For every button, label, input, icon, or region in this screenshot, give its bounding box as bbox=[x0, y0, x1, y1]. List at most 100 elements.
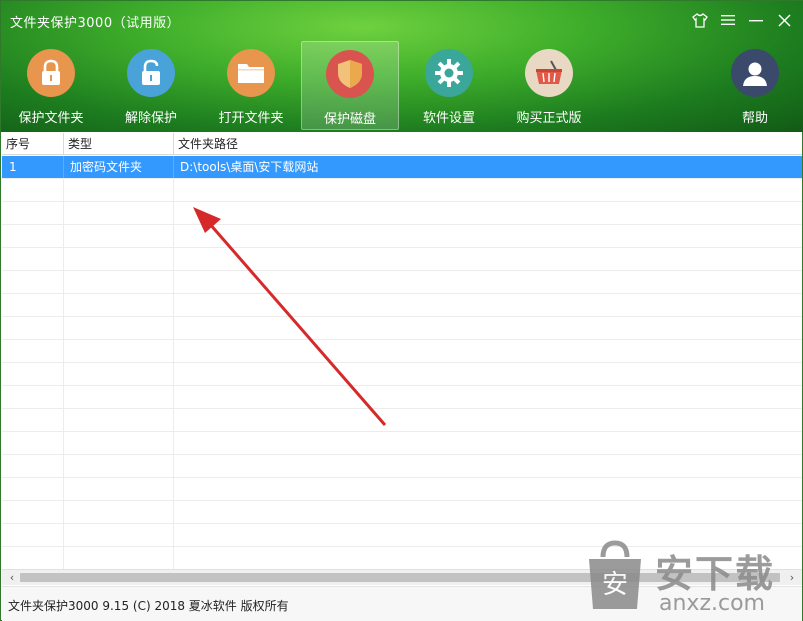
empty-cell bbox=[64, 386, 174, 408]
empty-cell bbox=[174, 317, 802, 339]
minimize-icon bbox=[749, 20, 763, 22]
empty-table-row bbox=[2, 179, 802, 202]
empty-cell bbox=[64, 248, 174, 270]
empty-cell bbox=[174, 432, 802, 454]
protect-folder-label: 保护文件夹 bbox=[18, 111, 84, 126]
empty-table-row bbox=[2, 317, 802, 340]
table-row[interactable]: 1 加密码文件夹 D:\tools\桌面\安下载网站 bbox=[2, 156, 802, 179]
empty-cell bbox=[174, 455, 802, 477]
empty-cell bbox=[174, 478, 802, 500]
empty-cell bbox=[2, 524, 64, 546]
empty-cell bbox=[174, 340, 802, 362]
watermark-bag-icon: 安 bbox=[589, 540, 641, 609]
buy-full-version-label: 购买正式版 bbox=[516, 111, 582, 126]
column-header-path[interactable]: 文件夹路径 bbox=[174, 133, 802, 155]
empty-cell bbox=[2, 179, 64, 201]
empty-cell bbox=[174, 202, 802, 224]
app-window: 文件夹保护3000（试用版） 保护文件夹 解除保护 打开文件夹 保护磁盘 软件设… bbox=[0, 0, 803, 621]
watermark-en: anxz.com bbox=[659, 591, 765, 616]
empty-cell bbox=[2, 432, 64, 454]
protect-disk-label: 保护磁盘 bbox=[323, 112, 376, 127]
empty-cell bbox=[174, 271, 802, 293]
unprotect-label: 解除保护 bbox=[124, 111, 177, 126]
empty-cell bbox=[2, 478, 64, 500]
empty-cell bbox=[64, 478, 174, 500]
unprotect-button[interactable]: 解除保护 bbox=[102, 41, 200, 130]
open-folder-label: 打开文件夹 bbox=[218, 111, 284, 126]
empty-cell bbox=[2, 455, 64, 477]
empty-cell bbox=[174, 363, 802, 385]
empty-cell bbox=[2, 363, 64, 385]
shield-icon bbox=[326, 50, 374, 98]
empty-cell bbox=[2, 248, 64, 270]
tshirt-icon bbox=[692, 12, 708, 28]
watermark-badge-char: 安 bbox=[602, 570, 628, 600]
empty-cell bbox=[64, 524, 174, 546]
empty-cell bbox=[174, 501, 802, 523]
main-toolbar: 保护文件夹 解除保护 打开文件夹 保护磁盘 软件设置 购买正式版 帮助 bbox=[1, 41, 803, 131]
site-watermark: 安 安下载 anxz.com bbox=[583, 539, 798, 619]
buy-full-version-button[interactable]: 购买正式版 bbox=[500, 41, 598, 130]
empty-table-row bbox=[2, 455, 802, 478]
empty-cell bbox=[64, 501, 174, 523]
close-button[interactable] bbox=[774, 10, 794, 30]
settings-label: 软件设置 bbox=[422, 111, 475, 126]
empty-cell bbox=[2, 386, 64, 408]
row-type: 加密码文件夹 bbox=[64, 156, 174, 178]
protect-disk-button[interactable]: 保护磁盘 bbox=[301, 41, 399, 130]
empty-cell bbox=[64, 202, 174, 224]
lock-open-icon bbox=[127, 49, 175, 97]
empty-cell bbox=[174, 409, 802, 431]
empty-table-row bbox=[2, 363, 802, 386]
help-button[interactable]: 帮助 bbox=[706, 41, 803, 130]
empty-table-row bbox=[2, 248, 802, 271]
hamburger-icon bbox=[721, 15, 735, 25]
empty-cell bbox=[2, 317, 64, 339]
scroll-left-arrow[interactable]: ‹ bbox=[4, 570, 20, 586]
window-title: 文件夹保护3000（试用版） bbox=[10, 16, 181, 31]
empty-table-row bbox=[2, 386, 802, 409]
empty-table-row bbox=[2, 340, 802, 363]
help-label: 帮助 bbox=[741, 111, 768, 126]
window-controls bbox=[690, 10, 794, 30]
empty-cell bbox=[2, 409, 64, 431]
empty-cell bbox=[64, 409, 174, 431]
column-header-type[interactable]: 类型 bbox=[64, 133, 174, 155]
empty-cell bbox=[2, 294, 64, 316]
empty-cell bbox=[64, 317, 174, 339]
empty-cell bbox=[2, 340, 64, 362]
menu-button[interactable] bbox=[718, 10, 738, 30]
protect-folder-button[interactable]: 保护文件夹 bbox=[2, 41, 100, 130]
empty-cell bbox=[2, 547, 64, 569]
open-folder-button[interactable]: 打开文件夹 bbox=[202, 41, 300, 130]
empty-cell bbox=[174, 386, 802, 408]
user-icon bbox=[731, 49, 779, 97]
empty-cell bbox=[64, 179, 174, 201]
empty-cell bbox=[2, 202, 64, 224]
empty-table-row bbox=[2, 501, 802, 524]
empty-table-row bbox=[2, 432, 802, 455]
status-text: 文件夹保护3000 9.15 (C) 2018 夏冰软件 版权所有 bbox=[8, 599, 289, 613]
empty-cell bbox=[2, 271, 64, 293]
empty-cell bbox=[174, 225, 802, 247]
header-banner: 文件夹保护3000（试用版） 保护文件夹 解除保护 打开文件夹 保护磁盘 软件设… bbox=[1, 1, 803, 132]
empty-cell bbox=[64, 432, 174, 454]
empty-table-row bbox=[2, 409, 802, 432]
empty-cell bbox=[2, 225, 64, 247]
empty-cell bbox=[64, 340, 174, 362]
lock-closed-icon bbox=[27, 49, 75, 97]
empty-cell bbox=[64, 271, 174, 293]
empty-cell bbox=[174, 248, 802, 270]
empty-table-row bbox=[2, 294, 802, 317]
empty-table-row bbox=[2, 225, 802, 248]
empty-table-row bbox=[2, 202, 802, 225]
empty-table-row bbox=[2, 271, 802, 294]
settings-button[interactable]: 软件设置 bbox=[400, 41, 498, 130]
minimize-button[interactable] bbox=[746, 10, 766, 30]
column-header-index[interactable]: 序号 bbox=[2, 133, 64, 155]
close-icon bbox=[777, 13, 791, 27]
empty-cell bbox=[174, 179, 802, 201]
skin-button[interactable] bbox=[690, 10, 710, 30]
empty-cell bbox=[2, 501, 64, 523]
empty-cell bbox=[64, 547, 174, 569]
